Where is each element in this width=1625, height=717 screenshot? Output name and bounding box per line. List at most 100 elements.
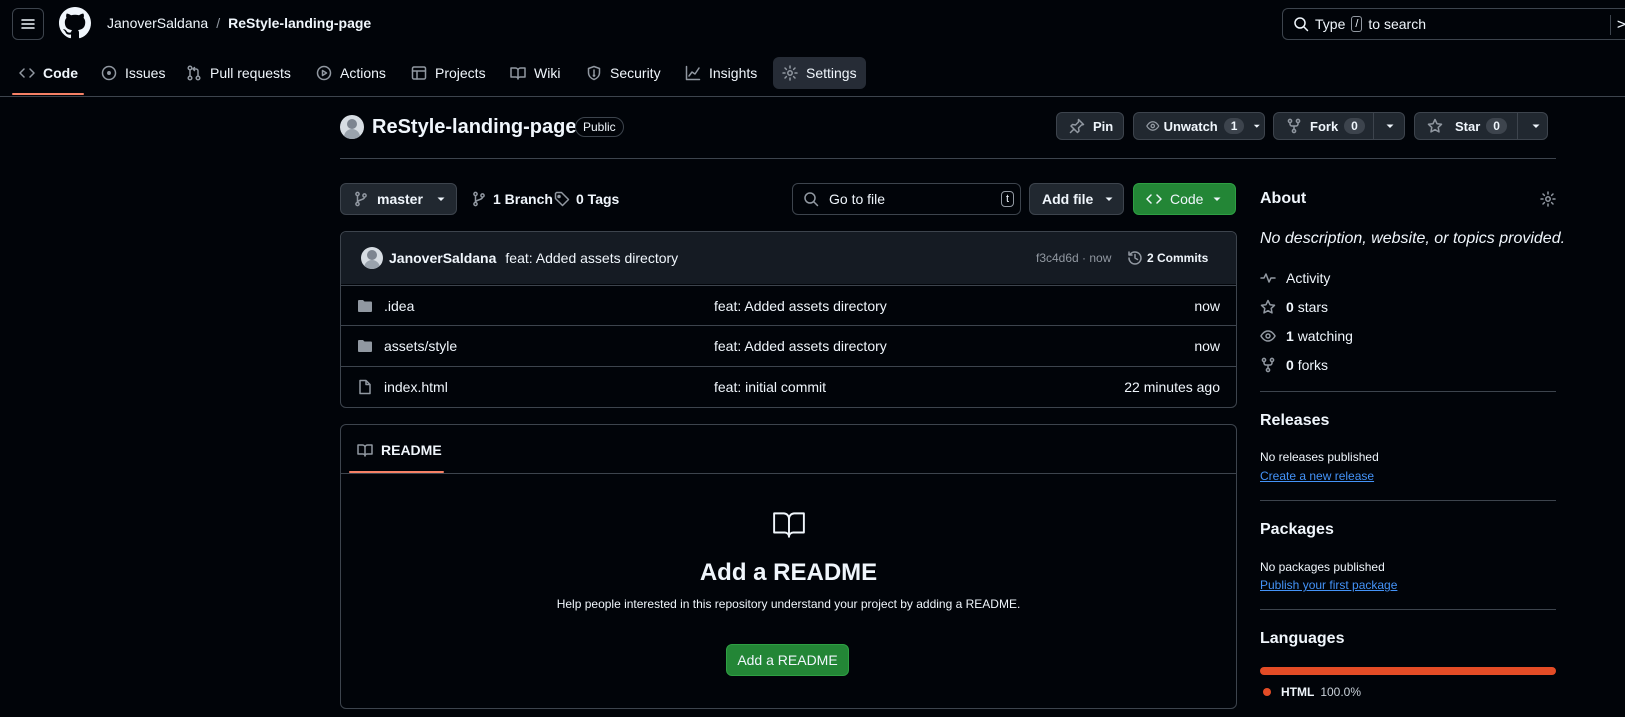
- file-name[interactable]: assets/style: [384, 338, 457, 354]
- language-percent: 100.0%: [1320, 685, 1362, 699]
- file-row[interactable]: assets/style feat: Added assets director…: [341, 325, 1236, 365]
- packages-title[interactable]: Packages: [1260, 521, 1334, 539]
- book-icon: [773, 512, 805, 538]
- releases-text: No releases published: [1260, 450, 1379, 464]
- commit-author[interactable]: JanoverSaldana: [389, 250, 496, 266]
- search-suffix: to search: [1368, 16, 1427, 32]
- eye-icon: [1146, 121, 1160, 131]
- tab-code[interactable]: Code: [19, 58, 78, 88]
- commits-link[interactable]: 2 Commits: [1127, 250, 1208, 266]
- publish-package-link[interactable]: Publish your first package: [1260, 578, 1397, 592]
- code-icon: [19, 68, 35, 78]
- visibility-badge: Public: [575, 117, 624, 137]
- fork-split: [1372, 113, 1374, 139]
- watching-link[interactable]: 1 watching: [1260, 328, 1353, 344]
- language-item[interactable]: HTML 100.0%: [1263, 685, 1361, 699]
- commit-author-avatar[interactable]: [361, 247, 383, 269]
- tab-actions-label: Actions: [340, 65, 386, 81]
- file-time: now: [1194, 297, 1220, 314]
- repo-title[interactable]: ReStyle-landing-page: [372, 116, 576, 139]
- tab-actions[interactable]: Actions: [316, 58, 386, 88]
- go-to-file-input[interactable]: Go to file t: [792, 183, 1021, 215]
- star-icon: [1427, 118, 1443, 133]
- history-icon: [1128, 251, 1142, 265]
- language-name: HTML: [1281, 685, 1315, 699]
- chevron-down-icon: [437, 197, 445, 201]
- search-input[interactable]: Type / to search >_: [1282, 8, 1625, 40]
- add-file-label: Add file: [1042, 191, 1094, 207]
- breadcrumb-separator: /: [216, 15, 221, 31]
- fork-count: 0: [1344, 118, 1365, 134]
- book-icon: [357, 444, 373, 457]
- stars-link[interactable]: 0 stars: [1260, 299, 1328, 315]
- chevron-down-icon[interactable]: [1382, 118, 1398, 134]
- releases-title[interactable]: Releases: [1260, 412, 1329, 430]
- forks-link[interactable]: 0 forks: [1260, 357, 1328, 373]
- tab-security[interactable]: Security: [586, 58, 661, 88]
- language-bar: [1260, 667, 1556, 675]
- unwatch-count: 1: [1223, 118, 1245, 134]
- readme-title: Add a README: [699, 559, 878, 586]
- tags-link[interactable]: 0 Tags: [554, 191, 619, 207]
- file-name[interactable]: index.html: [384, 379, 448, 395]
- tab-issues[interactable]: Issues: [101, 58, 165, 88]
- add-file-button[interactable]: Add file: [1029, 183, 1124, 215]
- title-divider: [340, 158, 1556, 159]
- issue-icon: [101, 65, 117, 81]
- pin-button[interactable]: Pin: [1056, 112, 1124, 140]
- forks-count: 0: [1286, 357, 1294, 373]
- file-commit-message[interactable]: feat: initial commit: [714, 379, 826, 395]
- folder-icon: [358, 299, 372, 312]
- breadcrumb-repo[interactable]: ReStyle-landing-page: [228, 15, 371, 31]
- code-button[interactable]: Code: [1133, 183, 1236, 215]
- unwatch-button[interactable]: Unwatch 1: [1133, 112, 1265, 140]
- gear-icon[interactable]: [1540, 191, 1556, 207]
- languages-title: Languages: [1260, 630, 1345, 647]
- tab-code-underline: [12, 93, 84, 95]
- breadcrumb-owner[interactable]: JanoverSaldana: [107, 15, 208, 31]
- add-readme-button[interactable]: Add a README: [726, 644, 849, 676]
- command-palette-icon[interactable]: >_: [1609, 15, 1625, 35]
- commit-hash-time[interactable]: f3c4d6d · now: [1036, 251, 1111, 265]
- eye-icon: [1260, 330, 1276, 342]
- owner-avatar[interactable]: [340, 115, 364, 139]
- search-prefix: Type: [1315, 16, 1346, 32]
- about-title: About: [1260, 190, 1307, 207]
- pulse-icon: [1260, 273, 1276, 283]
- github-logo-icon[interactable]: [59, 7, 91, 39]
- branches-link[interactable]: 1 Branch: [471, 191, 553, 207]
- file-row[interactable]: .idea feat: Added assets directory now: [341, 285, 1236, 325]
- gear-icon: [782, 65, 798, 81]
- create-release-link[interactable]: Create a new release: [1260, 469, 1374, 483]
- fork-button[interactable]: Fork 0: [1273, 112, 1405, 140]
- graph-icon: [685, 65, 701, 81]
- chevron-down-icon: [1213, 197, 1221, 201]
- tab-pull-requests[interactable]: Pull requests: [186, 58, 291, 88]
- readme-tab[interactable]: README: [357, 442, 442, 458]
- file-icon: [359, 379, 371, 394]
- star-button[interactable]: Star 0: [1414, 112, 1548, 140]
- tab-projects[interactable]: Projects: [411, 58, 486, 88]
- branch-select[interactable]: master: [340, 183, 457, 215]
- branch-icon: [473, 191, 485, 207]
- file-commit-message[interactable]: feat: Added assets directory: [714, 298, 887, 314]
- file-commit-message[interactable]: feat: Added assets directory: [714, 338, 887, 354]
- tab-settings[interactable]: Settings: [782, 58, 857, 88]
- forks-label: forks: [1297, 357, 1329, 373]
- fork-icon: [1261, 357, 1275, 373]
- pin-icon: [1069, 118, 1085, 134]
- watching-label: watching: [1297, 328, 1353, 344]
- tab-wiki[interactable]: Wiki: [510, 58, 560, 88]
- star-icon: [1260, 299, 1276, 314]
- file-row[interactable]: index.html feat: initial commit 22 minut…: [341, 366, 1236, 406]
- nav-divider: [0, 96, 1625, 97]
- chevron-down-icon[interactable]: [1528, 118, 1544, 134]
- activity-link[interactable]: Activity: [1260, 270, 1330, 286]
- fork-label: Fork: [1310, 118, 1339, 134]
- about-description: No description, website, or topics provi…: [1260, 230, 1566, 247]
- tab-insights[interactable]: Insights: [685, 58, 757, 88]
- file-name[interactable]: .idea: [384, 298, 414, 314]
- menu-button[interactable]: [12, 8, 44, 40]
- commit-message[interactable]: feat: Added assets directory: [505, 250, 678, 266]
- tab-issues-label: Issues: [125, 65, 166, 81]
